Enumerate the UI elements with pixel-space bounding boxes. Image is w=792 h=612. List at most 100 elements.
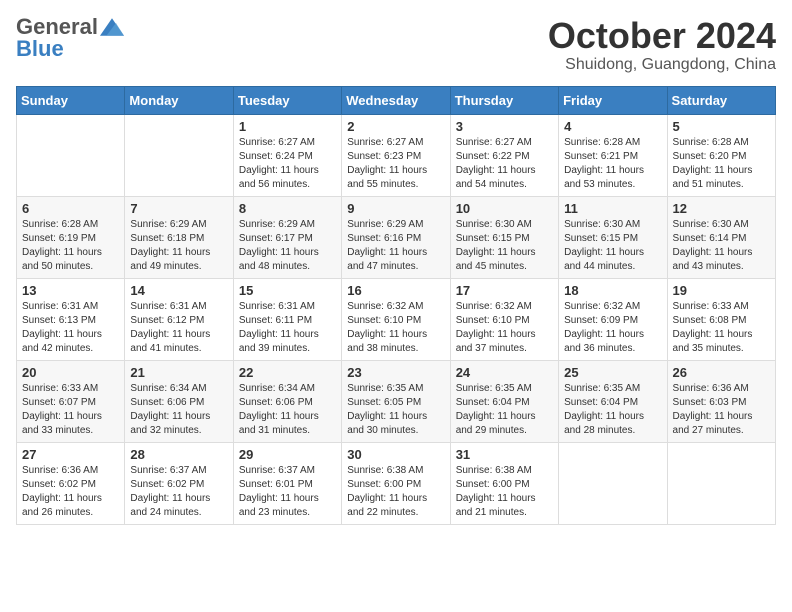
day-info: Sunrise: 6:34 AM Sunset: 6:06 PM Dayligh… [239, 382, 336, 438]
day-number: 26 [673, 365, 770, 380]
logo-general: General [16, 16, 98, 38]
day-number: 24 [456, 365, 553, 380]
day-info: Sunrise: 6:28 AM Sunset: 6:19 PM Dayligh… [22, 218, 119, 274]
day-number: 16 [347, 283, 444, 298]
calendar-cell: 29 Sunrise: 6:37 AM Sunset: 6:01 PM Dayli… [233, 442, 341, 524]
day-info: Sunrise: 6:31 AM Sunset: 6:12 PM Dayligh… [130, 300, 227, 356]
day-number: 29 [239, 447, 336, 462]
day-number: 20 [22, 365, 119, 380]
day-info: Sunrise: 6:35 AM Sunset: 6:05 PM Dayligh… [347, 382, 444, 438]
day-number: 3 [456, 119, 553, 134]
calendar-cell: 12Sunrise: 6:30 AM Sunset: 6:14 PM Dayli… [667, 196, 775, 278]
calendar-cell: 2 Sunrise: 6:27 AM Sunset: 6:23 PM Daylig… [342, 114, 450, 196]
calendar-cell: 8 Sunrise: 6:29 AM Sunset: 6:17 PM Daylig… [233, 196, 341, 278]
day-number: 30 [347, 447, 444, 462]
day-number: 13 [22, 283, 119, 298]
calendar-cell: 17 Sunrise: 6:32 AM Sunset: 6:10 PM Dayli… [450, 278, 558, 360]
calendar-cell [125, 114, 233, 196]
calendar-cell: 27 Sunrise: 6:36 AM Sunset: 6:02 PM Dayli… [17, 442, 125, 524]
day-info: Sunrise: 6:32 AM Sunset: 6:09 PM Dayligh… [564, 300, 661, 356]
day-number: 8 [239, 201, 336, 216]
day-number: 21 [130, 365, 227, 380]
calendar-cell [559, 442, 667, 524]
day-number: 27 [22, 447, 119, 462]
day-number: 18 [564, 283, 661, 298]
day-info: Sunrise: 6:29 AM Sunset: 6:18 PM Dayligh… [130, 218, 227, 274]
weekday-header-tuesday: Tuesday [233, 86, 341, 114]
day-number: 6 [22, 201, 119, 216]
weekday-header-wednesday: Wednesday [342, 86, 450, 114]
calendar-cell: 26 Sunrise: 6:36 AM Sunset: 6:03 PM Dayli… [667, 360, 775, 442]
day-info: Sunrise: 6:37 AM Sunset: 6:01 PM Dayligh… [239, 464, 336, 520]
day-info: Sunrise: 6:38 AM Sunset: 6:00 PM Dayligh… [456, 464, 553, 520]
day-info: Sunrise: 6:36 AM Sunset: 6:02 PM Dayligh… [22, 464, 119, 520]
calendar-cell: 9Sunrise: 6:29 AM Sunset: 6:16 PM Daylig… [342, 196, 450, 278]
day-number: 7 [130, 201, 227, 216]
day-info: Sunrise: 6:35 AM Sunset: 6:04 PM Dayligh… [456, 382, 553, 438]
calendar-cell: 28Sunrise: 6:37 AM Sunset: 6:02 PM Dayli… [125, 442, 233, 524]
day-info: Sunrise: 6:29 AM Sunset: 6:16 PM Dayligh… [347, 218, 444, 274]
calendar-cell: 10Sunrise: 6:30 AM Sunset: 6:15 PM Dayli… [450, 196, 558, 278]
calendar-cell: 7 Sunrise: 6:29 AM Sunset: 6:18 PM Daylig… [125, 196, 233, 278]
calendar-cell: 22 Sunrise: 6:34 AM Sunset: 6:06 PM Dayli… [233, 360, 341, 442]
day-info: Sunrise: 6:27 AM Sunset: 6:24 PM Dayligh… [239, 136, 336, 192]
calendar-cell: 3 Sunrise: 6:27 AM Sunset: 6:22 PM Daylig… [450, 114, 558, 196]
day-number: 15 [239, 283, 336, 298]
day-info: Sunrise: 6:28 AM Sunset: 6:21 PM Dayligh… [564, 136, 661, 192]
day-info: Sunrise: 6:29 AM Sunset: 6:17 PM Dayligh… [239, 218, 336, 274]
calendar-cell: 15 Sunrise: 6:31 AM Sunset: 6:11 PM Dayli… [233, 278, 341, 360]
calendar-cell: 13 Sunrise: 6:31 AM Sunset: 6:13 PM Dayli… [17, 278, 125, 360]
calendar-week-row: 1 Sunrise: 6:27 AM Sunset: 6:24 PM Daylig… [17, 114, 776, 196]
day-info: Sunrise: 6:31 AM Sunset: 6:11 PM Dayligh… [239, 300, 336, 356]
weekday-header-sunday: Sunday [17, 86, 125, 114]
calendar-cell: 6 Sunrise: 6:28 AM Sunset: 6:19 PM Daylig… [17, 196, 125, 278]
day-number: 1 [239, 119, 336, 134]
day-info: Sunrise: 6:31 AM Sunset: 6:13 PM Dayligh… [22, 300, 119, 356]
day-info: Sunrise: 6:32 AM Sunset: 6:10 PM Dayligh… [347, 300, 444, 356]
calendar-cell: 30 Sunrise: 6:38 AM Sunset: 6:00 PM Dayli… [342, 442, 450, 524]
day-info: Sunrise: 6:30 AM Sunset: 6:15 PM Dayligh… [456, 218, 553, 274]
page-header: General Blue October 2024 Shuidong, Guan… [16, 16, 776, 74]
weekday-header-saturday: Saturday [667, 86, 775, 114]
day-number: 2 [347, 119, 444, 134]
calendar-cell [667, 442, 775, 524]
day-info: Sunrise: 6:38 AM Sunset: 6:00 PM Dayligh… [347, 464, 444, 520]
calendar-cell: 20Sunrise: 6:33 AM Sunset: 6:07 PM Dayli… [17, 360, 125, 442]
calendar-cell: 31 Sunrise: 6:38 AM Sunset: 6:00 PM Dayli… [450, 442, 558, 524]
calendar-cell: 23 Sunrise: 6:35 AM Sunset: 6:05 PM Dayli… [342, 360, 450, 442]
title-block: October 2024 Shuidong, Guangdong, China [548, 16, 776, 74]
day-info: Sunrise: 6:30 AM Sunset: 6:15 PM Dayligh… [564, 218, 661, 274]
calendar-cell: 16 Sunrise: 6:32 AM Sunset: 6:10 PM Dayli… [342, 278, 450, 360]
day-number: 23 [347, 365, 444, 380]
day-info: Sunrise: 6:34 AM Sunset: 6:06 PM Dayligh… [130, 382, 227, 438]
day-info: Sunrise: 6:27 AM Sunset: 6:22 PM Dayligh… [456, 136, 553, 192]
day-number: 22 [239, 365, 336, 380]
logo-blue: Blue [16, 36, 64, 61]
logo: General Blue [16, 16, 124, 62]
day-info: Sunrise: 6:27 AM Sunset: 6:23 PM Dayligh… [347, 136, 444, 192]
calendar-week-row: 27 Sunrise: 6:36 AM Sunset: 6:02 PM Dayli… [17, 442, 776, 524]
calendar-cell: 21 Sunrise: 6:34 AM Sunset: 6:06 PM Dayli… [125, 360, 233, 442]
day-number: 31 [456, 447, 553, 462]
calendar-week-row: 20Sunrise: 6:33 AM Sunset: 6:07 PM Dayli… [17, 360, 776, 442]
day-info: Sunrise: 6:35 AM Sunset: 6:04 PM Dayligh… [564, 382, 661, 438]
day-number: 14 [130, 283, 227, 298]
day-info: Sunrise: 6:33 AM Sunset: 6:08 PM Dayligh… [673, 300, 770, 356]
day-number: 25 [564, 365, 661, 380]
day-number: 11 [564, 201, 661, 216]
weekday-header-monday: Monday [125, 86, 233, 114]
calendar-cell: 1 Sunrise: 6:27 AM Sunset: 6:24 PM Daylig… [233, 114, 341, 196]
day-number: 19 [673, 283, 770, 298]
day-number: 12 [673, 201, 770, 216]
day-number: 17 [456, 283, 553, 298]
location-subtitle: Shuidong, Guangdong, China [548, 56, 776, 74]
calendar-cell: 19 Sunrise: 6:33 AM Sunset: 6:08 PM Dayli… [667, 278, 775, 360]
month-title: October 2024 [548, 16, 776, 56]
calendar-cell: 25 Sunrise: 6:35 AM Sunset: 6:04 PM Dayli… [559, 360, 667, 442]
day-info: Sunrise: 6:36 AM Sunset: 6:03 PM Dayligh… [673, 382, 770, 438]
day-info: Sunrise: 6:32 AM Sunset: 6:10 PM Dayligh… [456, 300, 553, 356]
day-number: 5 [673, 119, 770, 134]
calendar-week-row: 13 Sunrise: 6:31 AM Sunset: 6:13 PM Dayli… [17, 278, 776, 360]
day-number: 28 [130, 447, 227, 462]
day-info: Sunrise: 6:28 AM Sunset: 6:20 PM Dayligh… [673, 136, 770, 192]
